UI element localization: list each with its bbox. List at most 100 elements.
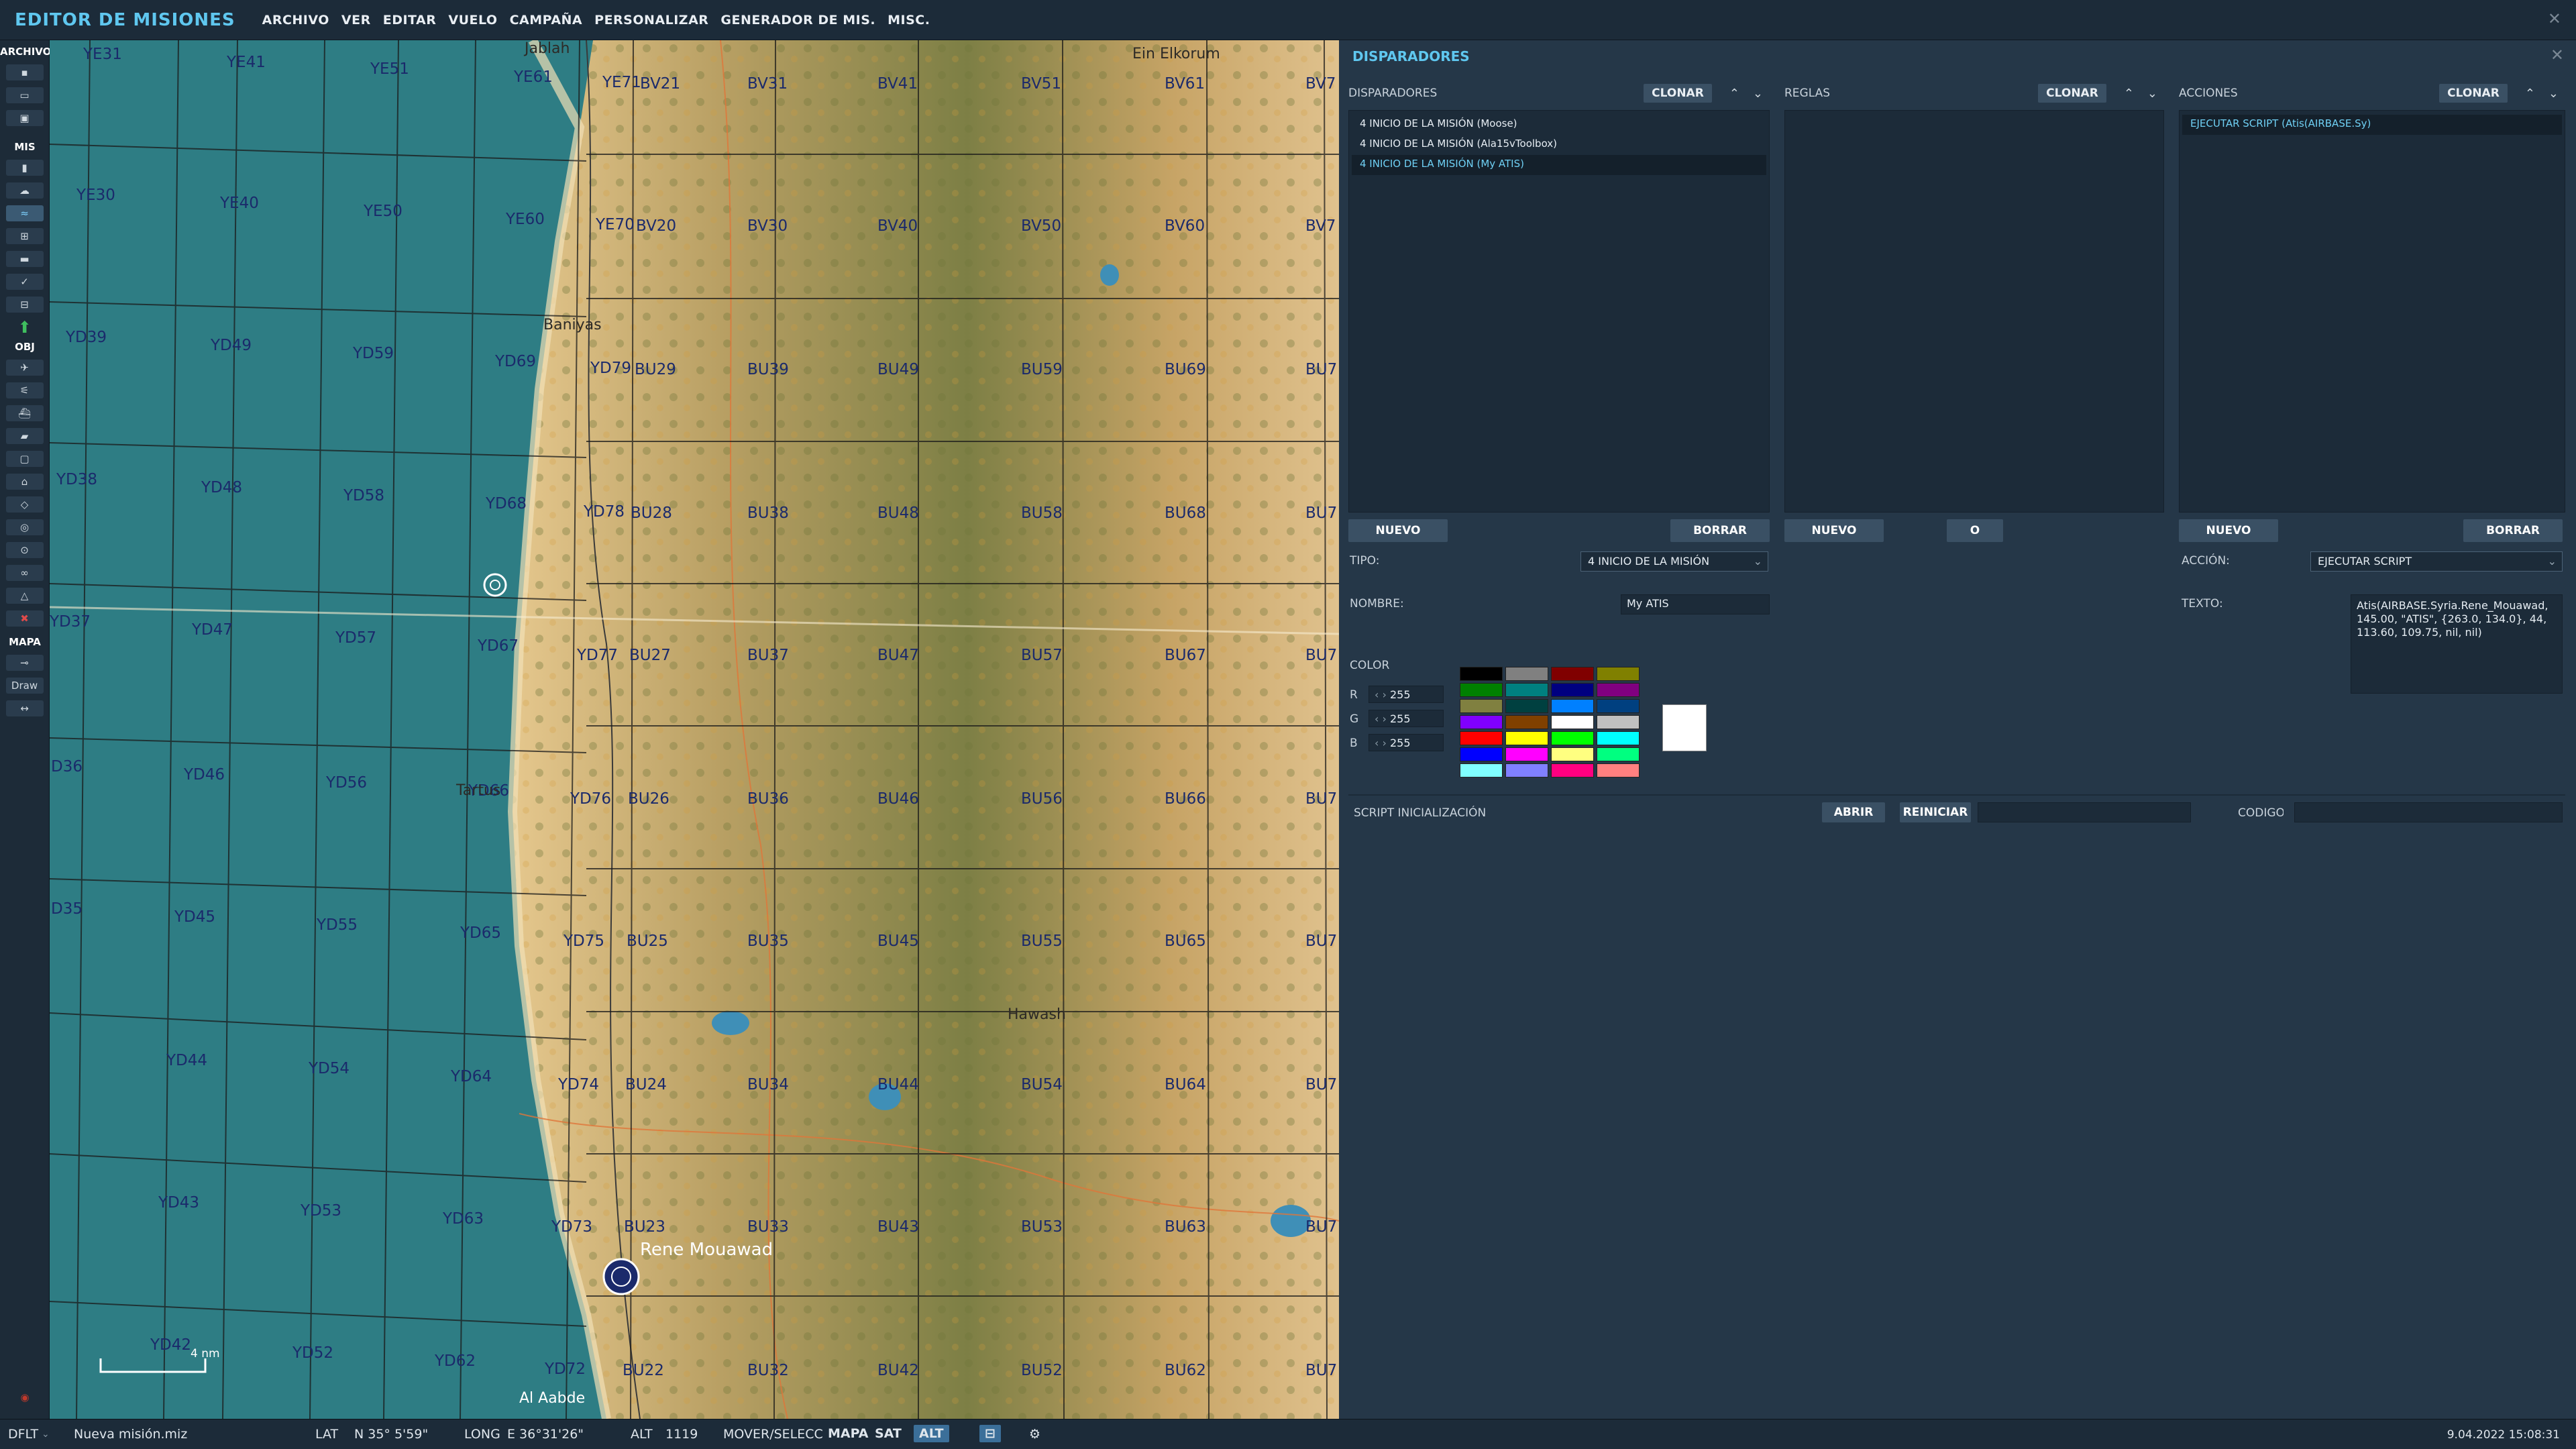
color-swatch[interactable] xyxy=(1505,715,1548,729)
profile-select[interactable]: DFLT xyxy=(8,1427,38,1442)
delete-trigger-button[interactable]: BORRAR xyxy=(1670,519,1770,542)
r-stepper[interactable]: ‹ › 255 xyxy=(1368,686,1444,703)
reset-script-button[interactable]: REINICIAR xyxy=(1900,802,1971,822)
list-item[interactable]: 4 INICIO DE LA MISIÓN (My ATIS) xyxy=(1352,155,1766,175)
color-swatch[interactable] xyxy=(1597,683,1640,697)
code-input[interactable] xyxy=(2294,802,2563,822)
goals-icon[interactable]: ⊞ xyxy=(5,228,44,244)
color-swatch[interactable] xyxy=(1551,731,1594,745)
map-view[interactable]: YE31 YE41 YE51 YE61 YE71 BV21 BV31 BV41 … xyxy=(50,40,1339,1419)
color-swatch[interactable] xyxy=(1505,667,1548,681)
color-swatch[interactable] xyxy=(1460,667,1503,681)
menu-editar[interactable]: EDITAR xyxy=(383,13,437,28)
menu-archivo[interactable]: ARCHIVO xyxy=(262,13,329,28)
delete-action-button[interactable]: BORRAR xyxy=(2463,519,2563,542)
map-canvas[interactable] xyxy=(50,40,1339,1419)
color-swatch[interactable] xyxy=(1597,715,1640,729)
resource-manager-icon[interactable]: ⊟ xyxy=(5,297,44,313)
color-swatch[interactable] xyxy=(1460,683,1503,697)
color-swatch[interactable] xyxy=(1551,747,1594,761)
move-down-icon[interactable]: ⌄ xyxy=(1753,87,1763,101)
airplane-icon[interactable]: ✈ xyxy=(5,360,44,376)
tipo-select[interactable]: 4 INICIO DE LA MISIÓN ⌄ xyxy=(1580,551,1768,572)
color-swatch[interactable] xyxy=(1551,699,1594,713)
texto-textarea[interactable]: Atis(AIRBASE.Syria.Rene_Mouawad, 145.00,… xyxy=(2351,594,2563,694)
color-swatch[interactable] xyxy=(1505,731,1548,745)
nav-point-icon[interactable]: ⊙ xyxy=(5,542,44,558)
rules-list[interactable] xyxy=(1784,110,2164,513)
open-script-button[interactable]: ABRIR xyxy=(1822,802,1885,822)
mode-button[interactable]: MOVER/SELECC xyxy=(723,1427,823,1442)
settings-icon[interactable]: ⚙ xyxy=(1029,1427,1040,1442)
color-swatch[interactable] xyxy=(1460,699,1503,713)
satellite-mode-button[interactable]: SAT xyxy=(869,1425,907,1442)
nombre-input[interactable]: My ATIS xyxy=(1621,594,1770,614)
move-up-icon[interactable]: ⌃ xyxy=(2525,87,2535,101)
color-swatch[interactable] xyxy=(1597,699,1640,713)
new-trigger-button[interactable]: NUEVO xyxy=(1348,519,1448,542)
record-icon[interactable]: ◉ xyxy=(6,1389,44,1405)
layers-icon[interactable]: ⊟ xyxy=(979,1425,1001,1442)
helicopter-icon[interactable]: ⚟ xyxy=(5,382,44,398)
altitude-mode-button[interactable]: ALT xyxy=(914,1425,949,1442)
link-icon[interactable]: ∞ xyxy=(5,565,44,581)
list-item[interactable]: 4 INICIO DE LA MISIÓN (Ala15vToolbox) xyxy=(1352,135,1766,155)
move-down-icon[interactable]: ⌄ xyxy=(2548,87,2559,101)
color-swatch[interactable] xyxy=(1551,683,1594,697)
shapes-icon[interactable]: △ xyxy=(5,588,44,604)
menu-misc[interactable]: MISC. xyxy=(888,13,930,28)
new-rule-button[interactable]: NUEVO xyxy=(1784,519,1884,542)
clipboard-icon[interactable]: ▮ xyxy=(5,160,44,176)
airbase-label-rene-mouawad[interactable]: Rene Mouawad xyxy=(640,1240,773,1260)
script-path-input[interactable] xyxy=(1978,802,2191,822)
color-swatch[interactable] xyxy=(1505,763,1548,777)
close-icon[interactable]: ✕ xyxy=(2548,9,2561,28)
check-icon[interactable]: ✓ xyxy=(5,274,44,290)
clone-rule-button[interactable]: CLONAR xyxy=(2038,84,2106,103)
waypoint-icon[interactable]: ◇ xyxy=(5,496,44,513)
chevron-down-icon[interactable]: ⌄ xyxy=(42,1429,50,1440)
color-swatch[interactable] xyxy=(1551,763,1594,777)
ship-icon[interactable]: ⛴ xyxy=(5,405,44,421)
triggers-list[interactable]: 4 INICIO DE LA MISIÓN (Moose) 4 INICIO D… xyxy=(1348,110,1770,513)
zone-icon[interactable]: ◎ xyxy=(5,519,44,535)
color-swatch[interactable] xyxy=(1460,731,1503,745)
template-icon[interactable]: ⌂ xyxy=(5,474,44,490)
color-swatch[interactable] xyxy=(1597,747,1640,761)
open-file-icon[interactable]: ▭ xyxy=(5,87,44,103)
static-object-icon[interactable]: ▢ xyxy=(5,451,44,467)
draw-button[interactable]: Draw xyxy=(5,678,44,694)
or-rule-button[interactable]: O xyxy=(1947,519,2003,542)
ruler-icon[interactable]: ⊸ xyxy=(5,655,44,671)
new-file-icon[interactable]: ▪ xyxy=(5,64,44,80)
delete-icon[interactable]: ✖ xyxy=(5,610,44,627)
color-swatch[interactable] xyxy=(1460,763,1503,777)
clone-action-button[interactable]: CLONAR xyxy=(2439,84,2508,103)
close-icon[interactable]: ✕ xyxy=(2551,46,2564,64)
save-icon[interactable]: ▣ xyxy=(5,110,44,126)
actions-list[interactable]: EJECUTAR SCRIPT (Atis(AIRBASE.Sy) xyxy=(2179,110,2565,513)
menu-vuelo[interactable]: VUELO xyxy=(448,13,497,28)
menu-ver[interactable]: VER xyxy=(341,13,371,28)
color-swatch[interactable] xyxy=(1597,731,1640,745)
new-action-button[interactable]: NUEVO xyxy=(2179,519,2278,542)
weather-icon[interactable]: ☁ xyxy=(5,182,44,199)
briefing-icon[interactable]: ▬ xyxy=(5,251,44,267)
map-mode-button[interactable]: MAPA xyxy=(822,1425,874,1442)
move-up-icon[interactable]: ⌃ xyxy=(2124,87,2134,101)
menu-generador[interactable]: GENERADOR DE MIS. xyxy=(720,13,875,28)
color-swatch[interactable] xyxy=(1505,699,1548,713)
measure-icon[interactable]: ↔ xyxy=(5,700,44,716)
move-down-icon[interactable]: ⌄ xyxy=(2147,87,2157,101)
triggers-icon[interactable]: ≈ xyxy=(5,205,44,221)
color-swatch[interactable] xyxy=(1460,747,1503,761)
color-swatch[interactable] xyxy=(1597,763,1640,777)
accion-select[interactable]: EJECUTAR SCRIPT ⌄ xyxy=(2310,551,2563,572)
b-stepper[interactable]: ‹ › 255 xyxy=(1368,734,1444,751)
color-swatch[interactable] xyxy=(1597,667,1640,681)
menu-personalizar[interactable]: PERSONALIZAR xyxy=(594,13,708,28)
vehicle-icon[interactable]: ▰ xyxy=(5,428,44,444)
list-item[interactable]: 4 INICIO DE LA MISIÓN (Moose) xyxy=(1352,115,1766,135)
list-item[interactable]: EJECUTAR SCRIPT (Atis(AIRBASE.Sy) xyxy=(2182,115,2562,135)
color-swatch[interactable] xyxy=(1551,715,1594,729)
